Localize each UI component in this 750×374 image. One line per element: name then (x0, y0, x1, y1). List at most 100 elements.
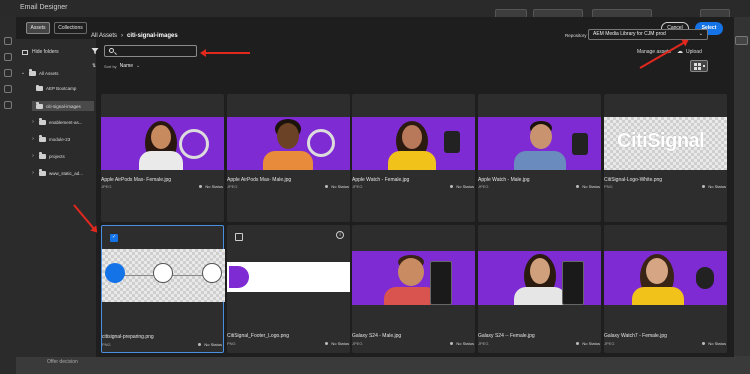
asset-type: JPEG (227, 184, 238, 189)
chevron-right-icon[interactable]: › (30, 170, 36, 176)
asset-card[interactable]: Apple AirPods Max- Male.jpg JPEG No Stat… (227, 94, 350, 222)
asset-type: JPEG (101, 184, 112, 189)
tree-item-module-23[interactable]: › module-23 (30, 135, 71, 142)
chevron-right-icon[interactable]: › (30, 153, 36, 159)
tree-item-label: AEP Bootcamp (46, 86, 77, 91)
asset-card[interactable]: i CitiSignal_Footer_Logo.png PNG No Stat… (227, 225, 350, 353)
status-badge: No Status (325, 341, 349, 346)
asset-card[interactable]: Apple Watch - Male.jpg JPEG No Status (478, 94, 601, 222)
search-input[interactable] (104, 45, 197, 57)
asset-thumbnail (478, 251, 601, 305)
tree-item-label: citi-signal-images (46, 103, 81, 109)
tree-item-www-static[interactable]: › www_static_ad... (30, 169, 84, 176)
asset-name: Apple AirPods Max- Female.jpg (101, 177, 172, 183)
grid-view-toggle[interactable] (690, 60, 708, 72)
tree-item-label: www_static_ad... (49, 170, 84, 176)
folder-icon (36, 84, 43, 91)
link-icon[interactable] (4, 85, 12, 93)
asset-card[interactable]: citisignal-preparing.png PNG No Status (101, 225, 225, 353)
status-badge: No Status (198, 342, 222, 347)
asset-type: JPEG (604, 341, 615, 346)
asset-card[interactable]: Galaxy Watch7 - Female.jpg JPEG No Statu… (604, 225, 727, 353)
sidebar-icon (22, 49, 28, 55)
asset-type: JPEG (478, 184, 489, 189)
tree-item-enablement[interactable]: › enablement-as... (30, 118, 83, 125)
status-badge: No Status (199, 184, 223, 189)
asset-thumbnail (604, 251, 727, 305)
asset-card[interactable]: CitiSignal CitiSignal-Logo-White.png PNG… (604, 94, 727, 222)
right-panel (734, 17, 750, 357)
asset-name: Galaxy S24 - Male.jpg (352, 333, 402, 339)
asset-thumbnail (101, 117, 224, 170)
asset-card[interactable]: Galaxy S24 - Male.jpg JPEG No Status (352, 225, 475, 353)
tree-item-label: module-23 (49, 136, 71, 142)
tab-assets[interactable]: Assets (26, 22, 50, 34)
folder-icon (39, 118, 46, 125)
repository-select[interactable]: AEM Media Library for CJM prod ⌄ (588, 29, 708, 40)
asset-card[interactable]: Apple AirPods Max- Female.jpg JPEG No St… (101, 94, 224, 222)
sort-icon[interactable]: ⇅ (92, 63, 96, 69)
folder-icon (36, 102, 43, 109)
status-badge: No Status (450, 341, 474, 346)
tab-collections[interactable]: Collections (54, 22, 87, 34)
asset-thumbnail (227, 262, 350, 292)
sort-dropdown[interactable]: Sort by Name ⌄ (104, 63, 140, 69)
brand-mark (229, 266, 249, 288)
sort-value: Name (119, 63, 134, 69)
asset-name: CitiSignal_Footer_Logo.png (227, 333, 289, 339)
add-icon[interactable] (4, 37, 12, 45)
breadcrumb-current: citi-signal-images (127, 33, 178, 39)
tree-item-all-assets[interactable]: ⌄ All Assets (20, 69, 59, 76)
layers-icon[interactable] (4, 53, 12, 61)
filter-icon[interactable] (91, 47, 99, 55)
asset-card[interactable]: Apple Watch - Female.jpg JPEG No Status (352, 94, 475, 222)
info-icon[interactable]: i (336, 231, 344, 239)
asset-type: JPEG (352, 184, 363, 189)
tree-item-label: All Assets (39, 70, 59, 76)
status-badge: No Status (576, 341, 600, 346)
status-badge: No Status (576, 184, 600, 189)
chevron-right-icon[interactable]: › (30, 136, 36, 142)
asset-thumbnail (352, 117, 475, 170)
folder-icon (39, 169, 46, 176)
breadcrumb-root[interactable]: All Assets (91, 33, 117, 39)
upload-label: Upload (686, 48, 702, 55)
asset-name: Galaxy S24 -- Female.jpg (478, 333, 535, 339)
sort-prefix: Sort by (104, 63, 117, 69)
asset-name: Apple Watch - Male.jpg (478, 177, 530, 183)
asset-thumbnail (227, 117, 350, 170)
logo-text: CitiSignal (617, 130, 705, 152)
asset-thumbnail (102, 249, 225, 302)
tree-item-aep-bootcamp[interactable]: AEP Bootcamp (36, 84, 77, 91)
asset-card[interactable]: Galaxy S24 -- Female.jpg JPEG No Status (478, 225, 601, 353)
tree-item-projects[interactable]: › projects (30, 152, 65, 159)
search-icon (109, 48, 114, 53)
folder-icon (29, 69, 36, 76)
fragment-icon[interactable] (4, 101, 12, 109)
upload-button[interactable]: ☁ Upload (677, 48, 702, 56)
status-badge: No Status (702, 184, 726, 189)
chevron-right-icon[interactable]: › (30, 119, 36, 125)
left-rail (0, 17, 16, 374)
asset-checkbox[interactable] (235, 233, 243, 241)
tree-item-label: enablement-as... (49, 119, 83, 125)
truck-icon (153, 263, 173, 283)
chevron-down-icon[interactable]: ⌄ (20, 70, 26, 76)
asset-name: Galaxy Watch7 - Female.jpg (604, 333, 667, 339)
asset-thumbnail: CitiSignal (604, 117, 727, 170)
panel-button[interactable] (735, 36, 748, 45)
asset-type: PNG (604, 184, 613, 189)
folder-icon (39, 135, 46, 142)
document-icon (105, 263, 125, 283)
asset-name: Apple Watch - Female.jpg (352, 177, 410, 183)
tree-item-citi-signal-images[interactable]: citi-signal-images (32, 101, 94, 111)
status-badge: No Status (702, 341, 726, 346)
asset-thumbnail (478, 117, 601, 170)
status-badge: No Status (325, 184, 349, 189)
hide-folders-toggle[interactable]: Hide folders (22, 49, 59, 55)
offer-decision-label: Offer decision (47, 359, 78, 365)
asset-checkbox[interactable] (110, 234, 118, 242)
clipboard-icon (202, 263, 222, 283)
asset-type: PNG (102, 342, 111, 347)
image-icon[interactable] (4, 69, 12, 77)
